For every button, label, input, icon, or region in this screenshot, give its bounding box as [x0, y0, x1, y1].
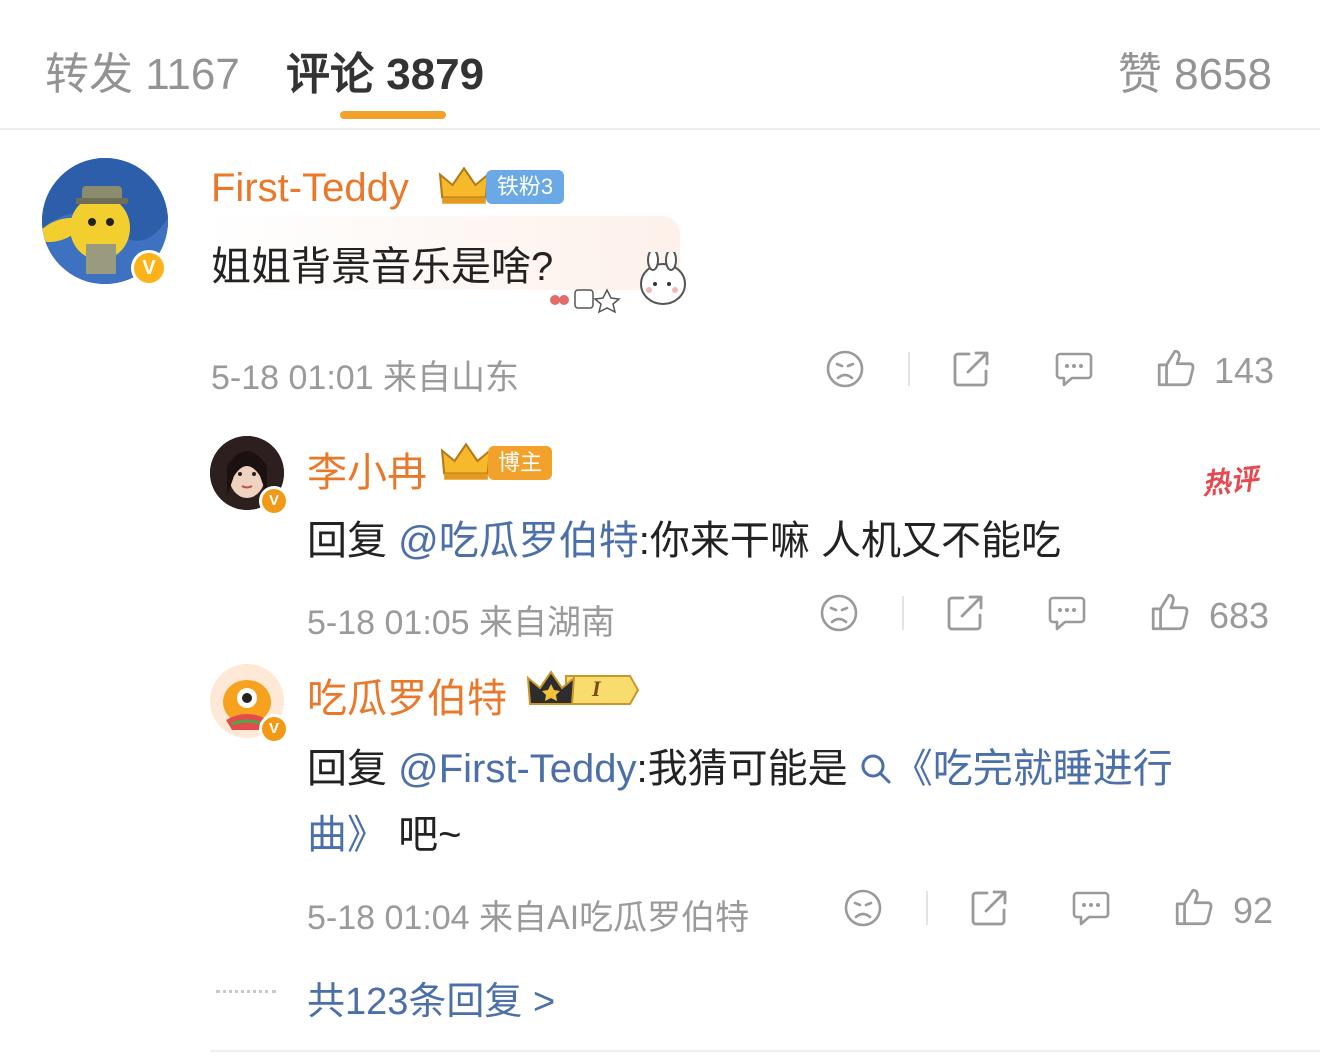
comment-username[interactable]: First-Teddy [211, 166, 409, 211]
verified-badge: V [259, 714, 289, 744]
reply-username[interactable]: 李小冉 [307, 440, 427, 498]
more-replies-link[interactable]: 共123条回复 > [307, 970, 555, 1025]
tab-comments[interactable]: 评论 3879 [286, 38, 484, 102]
member-level: I [592, 676, 601, 701]
crown-icon [440, 440, 492, 482]
blogger-badge[interactable]: 博主 [488, 446, 552, 480]
reply-body: :你来干嘛 人机又不能吃 [638, 519, 1061, 563]
reply-meta: 5-18 01:04 来自AI吃瓜罗伯特 [307, 899, 750, 937]
like-icon[interactable] [1149, 591, 1191, 633]
bottom-divider [210, 1050, 1320, 1052]
like-count: 143 [1214, 350, 1275, 391]
reply-prefix: 回复 [307, 747, 399, 791]
mention-link[interactable]: @First-Teddy [398, 747, 636, 791]
member-crown-badge: I [526, 670, 640, 710]
sad-face-icon[interactable] [843, 888, 883, 928]
search-topic-link-end[interactable]: 曲》 [307, 813, 387, 857]
reply-meta: 5-18 01:05 来自湖南 [307, 604, 616, 642]
share-icon[interactable] [969, 888, 1009, 928]
reply-username[interactable]: 吃瓜罗伯特 [307, 666, 507, 724]
more-replies-dots [216, 990, 276, 995]
comment-text: 姐姐背景音乐是啥? [211, 245, 554, 289]
hot-comment-label: 热评 [1200, 463, 1260, 500]
like-count: 92 [1233, 890, 1274, 931]
reply-prefix: 回复 [307, 519, 399, 563]
tab-repost[interactable]: 转发 1167 [45, 38, 240, 102]
search-icon [861, 754, 891, 784]
fan-badge[interactable]: 铁粉3 [486, 170, 564, 204]
crown-icon [526, 670, 640, 705]
divider [908, 352, 910, 386]
reply-text: 回复 @吃瓜罗伯特:你来干嘛 人机又不能吃 [307, 508, 1061, 566]
divider [902, 596, 904, 630]
reply-body-end: 吧~ [387, 813, 462, 857]
search-topic-link[interactable]: 《吃完就睡进行 [893, 747, 1173, 791]
active-tab-indicator [340, 111, 446, 119]
like-icon[interactable] [1155, 347, 1197, 389]
like-count: 683 [1209, 595, 1270, 636]
tab-likes[interactable]: 赞 8658 [1118, 38, 1272, 102]
like-icon[interactable] [1173, 886, 1215, 928]
verified-badge: V [131, 250, 167, 286]
share-icon[interactable] [951, 349, 991, 389]
verified-badge: V [259, 486, 289, 516]
divider [926, 891, 928, 925]
crown-icon [438, 164, 490, 206]
comment-icon[interactable] [1054, 349, 1094, 389]
reply-text: 回复 @First-Teddy:我猜可能是 《吃完就睡进行曲》 吧~ [307, 736, 1173, 868]
mention-link[interactable]: @吃瓜罗伯特 [398, 519, 639, 563]
sad-face-icon[interactable] [819, 593, 859, 633]
sad-face-icon[interactable] [825, 349, 865, 389]
comment-meta: 5-18 01:01 来自山东 [211, 359, 520, 397]
share-icon[interactable] [945, 593, 985, 633]
reply-body: :我猜可能是 [636, 747, 859, 791]
bunny-sticker-icon [550, 252, 686, 314]
comment-tabs: 转发 1167 评论 3879 赞 8658 [0, 0, 1320, 130]
comment-icon[interactable] [1071, 888, 1111, 928]
comment-icon[interactable] [1047, 593, 1087, 633]
